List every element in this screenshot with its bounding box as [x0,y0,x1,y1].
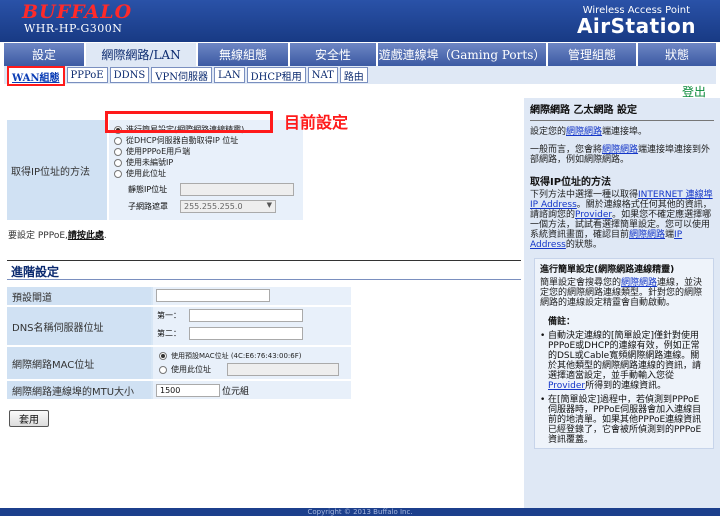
buffalo-logo: BUFFALO [22,1,133,23]
mtu-label: 網際網路連線埠的MTU大小 [7,381,151,399]
dns-row: DNS名稱伺服器位址 第一： 第二： [7,307,351,345]
option-static-ip[interactable]: 使用此位址 [114,168,303,179]
dns-label: DNS名稱伺服器位址 [7,307,151,345]
advanced-title: 進階設定 [11,265,60,279]
subtab-wan[interactable]: WAN組態 [7,66,65,86]
dns-secondary-input[interactable] [189,327,303,340]
highlight-box [105,111,273,133]
help-paragraph: 設定您的網際網路端連接埠。 [530,127,648,137]
mtu-row: 網際網路連線埠的MTU大小 1500 位元組 [7,381,351,399]
subtab-ddns[interactable]: DDNS [109,67,150,83]
subnet-mask-label: 子網路遮罩 [128,201,168,211]
chevron-down-icon: ▼ [266,200,272,209]
tab-security[interactable]: 安全性 [290,43,376,66]
dns-secondary-label: 第二： [157,329,181,338]
help-paragraph: 一般而言，您會將網際網路端連接埠連接到外部網路，例如網際網路。 [530,145,711,165]
ip-method-options: 進行簡易設定(網際網路連線精靈) 從DHCP伺服器自動取得IP 位址 使用PPP… [109,120,303,220]
radio-icon[interactable] [114,136,122,145]
radio-icon[interactable] [159,365,167,374]
footer: Copyright © 2013 Buffalo Inc. [0,508,720,516]
help-subtitle: 取得IP位址的方法 [530,177,612,188]
mac-custom-option[interactable]: 使用此位址 [159,363,351,376]
easy-setup-help-box: 進行簡單設定(網際網路連線精靈) 簡單設定會搜尋您的網際網路連線，並決定您的網際… [534,258,714,449]
tab-gaming-ports[interactable]: 遊戲連線埠（Gaming Ports） [378,43,546,66]
help-paragraph: 下列方法中選擇一種以取得INTERNET 連線埠 IP Address。關於連線… [530,190,713,250]
model-name: WHR-HP-G300N [24,22,123,35]
radio-icon[interactable] [114,147,122,156]
help-bullet: • 自動決定連線的[簡單設定]僅針對使用PPPoE或DHCP的連線有效，例如正常的… [540,331,702,391]
help-link[interactable]: 網際網路 [602,145,638,155]
option-pppoe[interactable]: 使用PPPoE用戶端 [114,146,303,157]
subtab-pppoe[interactable]: PPPoE [66,67,108,83]
pppoe-link[interactable]: 請按此處 [68,231,104,241]
subtab-route[interactable]: 路由 [339,67,368,83]
help-link[interactable]: 網際網路 [621,278,657,288]
mac-label: 網際網路MAC位址 [7,347,151,379]
option-dhcp[interactable]: 從DHCP伺服器自動取得IP 位址 [114,135,303,146]
header-bar: BUFFALO WHR-HP-G300N Wireless Access Poi… [0,0,720,42]
radio-icon[interactable] [114,169,122,178]
main-content: 取得IP位址的方法 進行簡易設定(網際網路連線精靈) 從DHCP伺服器自動取得I… [5,98,523,508]
mtu-input[interactable]: 1500 [156,383,220,397]
help-link[interactable]: 網際網路 [566,127,602,137]
pppoe-note: 要設定 PPPoE,請按此處. [8,231,107,241]
subtab-lan[interactable]: LAN [213,67,245,83]
option-unnumbered-ip[interactable]: 使用未編號IP [114,157,303,168]
static-ip-input[interactable] [180,182,294,196]
apply-button[interactable]: 套用 [9,410,49,427]
help-paragraph: 簡單設定會搜尋您的網際網路連線，並決定您的網際網路連線類型。針對您的網際網路的連… [540,278,703,308]
mac-custom-input[interactable] [227,363,339,376]
tab-setup[interactable]: 設定 [4,43,84,66]
main-nav: 設定 網際網路/LAN 無線組態 安全性 遊戲連線埠（Gaming Ports）… [4,43,716,66]
remark-title: 備註： [548,317,576,327]
subtab-dhcp-lease[interactable]: DHCP租用 [246,67,306,83]
easy-setup-help-title: 進行簡單設定(網際網路連線精靈) [540,265,675,275]
help-link[interactable]: Provider [575,210,612,220]
radio-icon[interactable] [159,351,167,360]
current-setting-note: 目前設定 [284,113,349,132]
sub-nav: WAN組態 PPPoE DDNS VPN伺服器 LAN DHCP租用 NAT 路… [4,66,716,86]
subnet-mask-select[interactable]: 255.255.255.0 ▼ [180,199,276,213]
subtab-nat[interactable]: NAT [307,67,338,83]
subtab-vpn[interactable]: VPN伺服器 [151,67,212,83]
airstation-logo: AirStation [576,14,696,38]
mtu-unit: 位元組 [222,386,250,397]
mac-row: 網際網路MAC位址 使用預設MAC位址 (4C:E6:76:43:00:6F) … [7,347,351,379]
static-ip-label: 靜態IP位址 [128,184,168,194]
divider [7,260,521,261]
divider [7,279,521,280]
divider [530,120,714,121]
gateway-input[interactable] [156,289,270,302]
gateway-label: 預設閘道 [7,287,151,305]
dns-primary-label: 第一： [157,311,181,320]
tab-status[interactable]: 狀態 [638,43,716,66]
radio-icon[interactable] [114,158,122,167]
tab-internet-lan[interactable]: 網際網路/LAN [86,43,196,66]
gateway-row: 預設閘道 [7,287,351,305]
tab-admin[interactable]: 管理組態 [548,43,636,66]
help-link[interactable]: Provider [548,381,585,391]
dns-primary-input[interactable] [189,309,303,322]
help-panel: 網際網路 乙太網路 設定 設定您的網際網路端連接埠。 一般而言，您會將網際網路端… [524,98,720,508]
help-link[interactable]: 網際網路 [629,230,665,240]
help-bullet: • 在[簡單設定]過程中，若偵測到PPPoE伺服器時，PPPoE伺服器會加入連線目… [540,395,702,445]
mac-default-option[interactable]: 使用預設MAC位址 (4C:E6:76:43:00:6F) [159,350,351,361]
ip-method-label: 取得IP位址的方法 [7,120,107,220]
tab-wireless[interactable]: 無線組態 [198,43,288,66]
help-title: 網際網路 乙太網路 設定 [530,105,637,116]
